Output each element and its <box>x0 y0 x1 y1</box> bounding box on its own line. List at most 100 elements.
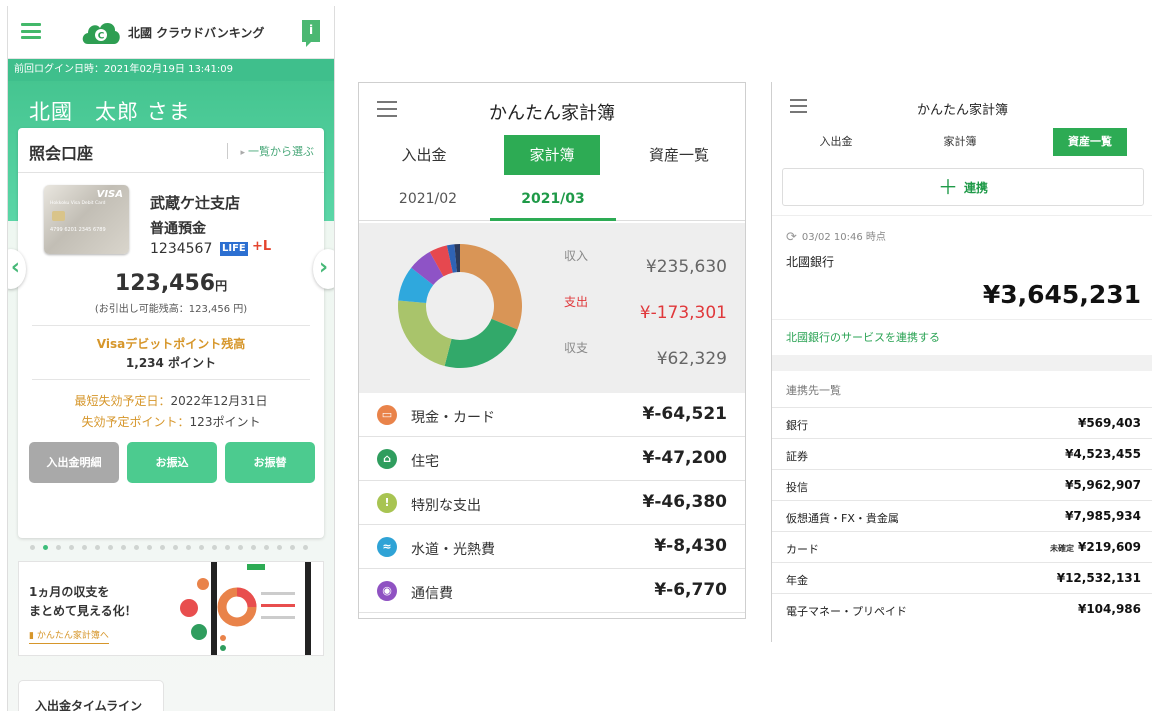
card-chip <box>52 211 65 221</box>
card-name-text: Hokkoku Visa Debit Card <box>50 201 106 206</box>
account-card: 照会口座 ▸ 一覧から選ぶ VISA Hokkoku Visa Debit Car… <box>18 128 324 538</box>
linked-list-heading: 連携先一覧 <box>786 384 841 397</box>
carousel-dots <box>30 545 320 553</box>
linked-account-row[interactable]: 電子マネー・プリペイド ¥104,986 <box>772 593 1152 624</box>
month-tab-2021-02[interactable]: 2021/02 <box>373 181 483 221</box>
expiry-date-label: 最短失効予定日： <box>74 394 171 408</box>
book-icon: ▮ <box>29 631 37 641</box>
refresh-icon[interactable]: ⟳ <box>786 230 797 245</box>
tab-assets[interactable]: 資産一覧 <box>1053 128 1127 156</box>
carousel-dot[interactable] <box>199 545 204 550</box>
info-icon[interactable]: i <box>302 20 320 47</box>
carousel-dot[interactable] <box>212 545 217 550</box>
account-number: 1234567 <box>150 241 213 257</box>
donut-slice <box>398 300 452 367</box>
section-gap <box>772 355 1152 371</box>
linked-account-row[interactable]: 年金 ¥12,532,131 <box>772 562 1152 593</box>
unconfirmed-badge: 未確定 <box>1049 544 1074 553</box>
donut-slice <box>444 318 518 368</box>
carousel-dot[interactable] <box>82 545 87 550</box>
menu-icon[interactable] <box>21 23 41 39</box>
carousel-dot[interactable] <box>30 545 35 550</box>
category-amount: ¥-8,430 <box>654 536 727 556</box>
mini-donut-chart <box>217 564 295 651</box>
carousel-dot[interactable] <box>277 545 282 550</box>
donut-slice <box>460 244 522 330</box>
carousel-dot[interactable] <box>147 545 152 550</box>
category-amount: ¥-47,200 <box>642 448 728 468</box>
select-from-list-link[interactable]: ▸ 一覧から選ぶ <box>227 143 314 159</box>
category-name: 特別な支出 <box>411 498 481 514</box>
linked-account-row[interactable]: 投信 ¥5,962,907 <box>772 469 1152 500</box>
account-type: 普通預金 <box>150 221 206 237</box>
tab-budget[interactable]: 家計簿 <box>504 135 600 175</box>
link-button-label: 連携 <box>963 181 988 195</box>
carousel-dot[interactable] <box>264 545 269 550</box>
carousel-dot[interactable] <box>121 545 126 550</box>
carousel-dot[interactable] <box>225 545 230 550</box>
bank-name: 北國銀行 <box>786 255 835 269</box>
linked-account-name: 仮想通貨・FX・貴金属 <box>786 512 899 525</box>
divider <box>32 325 310 326</box>
carousel-dot[interactable] <box>69 545 74 550</box>
promo-banner[interactable]: 1ヵ月の収支を まとめて見える化！ ▮ かんたん家計簿へ <box>18 561 324 656</box>
timeline-tab-label: 入出金タイムライン <box>35 699 143 711</box>
carousel-dot[interactable] <box>290 545 295 550</box>
linked-account-row[interactable]: 銀行 ¥569,403 <box>772 407 1152 438</box>
tab-deposits[interactable]: 入出金 <box>376 135 472 175</box>
linked-account-name: 電子マネー・プリペイド <box>786 605 907 618</box>
link-account-button[interactable]: ＋ 連携 <box>782 168 1144 206</box>
carousel-dot[interactable] <box>251 545 256 550</box>
account-transfer-button[interactable]: お振替 <box>225 442 315 483</box>
timeline-tab[interactable]: 入出金タイムライン <box>18 680 164 711</box>
transfer-button[interactable]: お振込 <box>127 442 217 483</box>
carousel-dot[interactable] <box>108 545 113 550</box>
page-title: かんたん家計簿 <box>489 103 615 124</box>
tab-deposits[interactable]: 入出金 <box>799 128 873 156</box>
category-row[interactable]: ! 特別な支出 ¥-46,380 <box>359 481 745 525</box>
category-name: 住宅 <box>411 454 439 470</box>
house-icon: ⌂ <box>377 449 397 469</box>
faucet-icon: ≈ <box>377 537 397 557</box>
linked-account-row[interactable]: 仮想通貨・FX・貴金属 ¥7,985,934 <box>772 500 1152 531</box>
linked-account-row[interactable]: カード 未確定 ¥219,609 <box>772 531 1152 562</box>
branch-name: 武蔵ケ辻支店 <box>150 194 241 212</box>
carousel-dot[interactable] <box>186 545 191 550</box>
carousel-dot[interactable] <box>160 545 165 550</box>
carousel-dot[interactable] <box>238 545 243 550</box>
carousel-dot[interactable] <box>303 545 308 550</box>
carousel-dot[interactable] <box>173 545 178 550</box>
category-row[interactable]: ◉ 通信費 ¥-6,770 <box>359 569 745 613</box>
exclamation-icon: ! <box>377 493 397 513</box>
carousel-dot[interactable] <box>95 545 100 550</box>
page-title: かんたん家計簿 <box>916 103 1008 118</box>
caret-right-icon: ▸ <box>240 148 245 158</box>
net-value: ¥62,329 <box>656 349 727 369</box>
banner-line-2: まとめて見える化！ <box>29 604 137 618</box>
expense-label: 支出 <box>564 295 589 309</box>
linked-account-amount: ¥5,962,907 <box>1065 478 1141 492</box>
link-service-link[interactable]: 北國銀行のサービスを連携する <box>772 319 1152 355</box>
banner-link[interactable]: ▮ かんたん家計簿へ <box>29 628 109 644</box>
category-row[interactable]: ≈ 水道・光熱費 ¥-8,430 <box>359 525 745 569</box>
transaction-history-button[interactable]: 入出金明細 <box>29 442 119 483</box>
life-plus-badge: +L <box>252 239 272 254</box>
carousel-dot[interactable] <box>56 545 61 550</box>
carousel-dot[interactable] <box>134 545 139 550</box>
carousel-dot[interactable] <box>43 545 48 550</box>
app-header: C 北國 クラウドバンキング i <box>8 6 334 59</box>
category-row[interactable]: ⌂ 住宅 ¥-47,200 <box>359 437 745 481</box>
linked-account-amount: ¥104,986 <box>1077 602 1141 616</box>
tab-budget[interactable]: 家計簿 <box>923 128 997 156</box>
linked-account-amount-wrap: 未確定 ¥219,609 <box>1050 540 1141 554</box>
chevron-right-icon[interactable]: › <box>313 249 334 289</box>
linked-account-amount: ¥12,532,131 <box>1056 571 1141 585</box>
income-label: 収入 <box>564 249 589 263</box>
linked-account-row[interactable]: 証券 ¥4,523,455 <box>772 438 1152 469</box>
month-tab-2021-03[interactable]: 2021/03 <box>490 181 616 221</box>
asset-list-screen: かんたん家計簿 入出金 家計簿 資産一覧 ＋ 連携 ⟳ 03/02 10:46 時点… <box>771 82 1152 642</box>
expiry-points-value: 123ポイント <box>189 415 261 429</box>
category-row[interactable]: ▭ 現金・カード ¥-64,521 <box>359 393 745 437</box>
svg-text:C: C <box>98 32 105 42</box>
tab-assets[interactable]: 資産一覧 <box>631 135 727 175</box>
